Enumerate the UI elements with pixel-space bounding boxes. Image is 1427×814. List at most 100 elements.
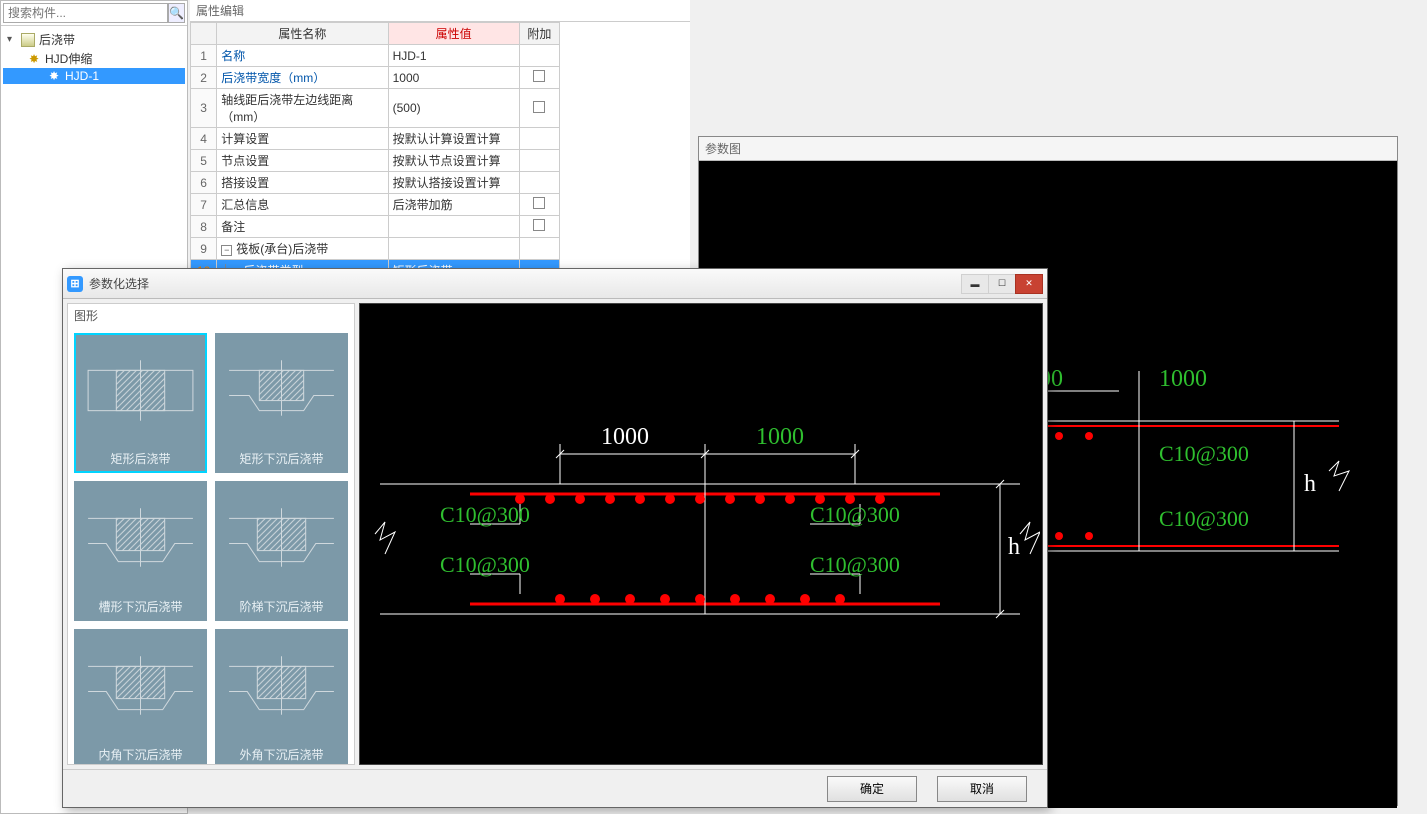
tree-toggle-icon: ▾ xyxy=(7,34,19,46)
property-name: 备注 xyxy=(217,216,388,238)
property-value[interactable]: 按默认计算设置计算 xyxy=(388,128,519,150)
search-icon: 🔍 xyxy=(169,6,184,20)
shape-tile-5[interactable]: 外角下沉后浇带 xyxy=(215,629,348,764)
tree-node-2[interactable]: ✸ HJD-1 xyxy=(3,68,185,84)
property-addon[interactable] xyxy=(519,45,559,67)
svg-text:C10@300: C10@300 xyxy=(440,552,530,577)
col-addon[interactable]: 附加 xyxy=(519,23,559,45)
property-value[interactable]: 1000 xyxy=(388,67,519,89)
shape-thumb xyxy=(217,335,346,446)
col-name[interactable]: 属性名称 xyxy=(217,23,388,45)
property-addon[interactable] xyxy=(519,89,559,128)
preview-svg: 1000 1000 C10@300 C10@300 C10@300 C10@30… xyxy=(360,304,1040,764)
property-addon[interactable] xyxy=(519,172,559,194)
property-addon[interactable] xyxy=(519,216,559,238)
tree-node-label: 后浇带 xyxy=(39,31,75,48)
property-name: 后浇带宽度（mm） xyxy=(217,67,388,89)
svg-text:h: h xyxy=(1304,471,1316,497)
shape-label: 阶梯下沉后浇带 xyxy=(217,594,346,619)
property-group-row[interactable]: 9−筏板(承台)后浇带 xyxy=(191,238,560,260)
preview-canvas[interactable]: 1000 1000 C10@300 C10@300 C10@300 C10@30… xyxy=(359,303,1043,765)
property-row[interactable]: 7汇总信息后浇带加筋 xyxy=(191,194,560,216)
checkbox-icon[interactable] xyxy=(533,101,545,113)
svg-text:C10@300: C10@300 xyxy=(810,552,900,577)
property-row[interactable]: 5节点设置按默认节点设置计算 xyxy=(191,150,560,172)
shape-thumb xyxy=(217,631,346,742)
shape-tile-2[interactable]: 槽形下沉后浇带 xyxy=(74,481,207,621)
shape-tile-4[interactable]: 内角下沉后浇带 xyxy=(74,629,207,764)
tree-node-label: HJD-1 xyxy=(65,69,99,83)
minimize-button[interactable]: ▬ xyxy=(961,274,989,294)
shape-thumb xyxy=(217,483,346,594)
shape-label: 矩形下沉后浇带 xyxy=(217,446,346,471)
star-icon: ✸ xyxy=(47,69,61,83)
col-value[interactable]: 属性值 xyxy=(388,23,519,45)
svg-text:1000: 1000 xyxy=(756,424,804,450)
checkbox-icon[interactable] xyxy=(533,70,545,82)
property-value[interactable]: (500) xyxy=(388,89,519,128)
search-button[interactable]: 🔍 xyxy=(168,3,185,23)
parametric-selection-dialog: ⊞ 参数化选择 ▬ ☐ ✕ 图形 矩形后浇带矩形下沉后浇带槽形下沉后浇带阶梯下沉… xyxy=(62,268,1048,808)
property-row[interactable]: 3轴线距后浇带左边线距离（mm）(500) xyxy=(191,89,560,128)
dialog-icon: ⊞ xyxy=(67,276,83,292)
property-value[interactable]: 后浇带加筋 xyxy=(388,194,519,216)
svg-text:C10@300: C10@300 xyxy=(1159,441,1249,466)
parameter-diagram-title: 参数图 xyxy=(699,137,1397,161)
property-row[interactable]: 2后浇带宽度（mm）1000 xyxy=(191,67,560,89)
property-addon[interactable] xyxy=(519,67,559,89)
svg-text:h: h xyxy=(1008,534,1020,560)
search-input[interactable] xyxy=(3,3,168,23)
property-addon[interactable] xyxy=(519,194,559,216)
shape-tile-1[interactable]: 矩形下沉后浇带 xyxy=(215,333,348,473)
folder-icon xyxy=(21,33,35,47)
property-panel-title: 属性编辑 xyxy=(190,0,690,22)
ok-button[interactable]: 确定 xyxy=(827,776,917,802)
cancel-button[interactable]: 取消 xyxy=(937,776,1027,802)
property-name: 名称 xyxy=(217,45,388,67)
property-row[interactable]: 4计算设置按默认计算设置计算 xyxy=(191,128,560,150)
shape-label: 外角下沉后浇带 xyxy=(217,742,346,764)
maximize-button[interactable]: ☐ xyxy=(988,274,1016,294)
svg-text:1000: 1000 xyxy=(1159,366,1207,392)
property-name: 计算设置 xyxy=(217,128,388,150)
shape-panel-title: 图形 xyxy=(68,304,354,327)
property-value[interactable]: 按默认搭接设置计算 xyxy=(388,172,519,194)
dialog-footer: 确定 取消 xyxy=(63,769,1047,807)
property-addon[interactable] xyxy=(519,150,559,172)
tree-node-0[interactable]: ▾ 后浇带 xyxy=(3,30,185,49)
property-addon[interactable] xyxy=(519,238,559,260)
property-name: 搭接设置 xyxy=(217,172,388,194)
collapse-icon[interactable]: − xyxy=(221,245,232,256)
property-value[interactable]: 按默认节点设置计算 xyxy=(388,150,519,172)
property-addon[interactable] xyxy=(519,128,559,150)
property-value[interactable] xyxy=(388,238,519,260)
property-row[interactable]: 1名称HJD-1 xyxy=(191,45,560,67)
dialog-titlebar[interactable]: ⊞ 参数化选择 ▬ ☐ ✕ xyxy=(63,269,1047,299)
shape-tile-0[interactable]: 矩形后浇带 xyxy=(74,333,207,473)
shape-thumb xyxy=(76,483,205,594)
shape-tile-3[interactable]: 阶梯下沉后浇带 xyxy=(215,481,348,621)
star-icon: ✸ xyxy=(27,52,41,66)
search-box: 🔍 xyxy=(1,1,187,26)
shape-label: 内角下沉后浇带 xyxy=(76,742,205,764)
shape-panel: 图形 矩形后浇带矩形下沉后浇带槽形下沉后浇带阶梯下沉后浇带内角下沉后浇带外角下沉… xyxy=(67,303,355,765)
property-name: 节点设置 xyxy=(217,150,388,172)
checkbox-icon[interactable] xyxy=(533,219,545,231)
svg-text:C10@300: C10@300 xyxy=(1159,506,1249,531)
shape-grid: 矩形后浇带矩形下沉后浇带槽形下沉后浇带阶梯下沉后浇带内角下沉后浇带外角下沉后浇带 xyxy=(68,327,354,764)
dialog-title: 参数化选择 xyxy=(89,275,962,292)
close-button[interactable]: ✕ xyxy=(1015,274,1043,294)
shape-label: 矩形后浇带 xyxy=(76,446,205,471)
property-name: −筏板(承台)后浇带 xyxy=(217,238,388,260)
svg-text:C10@300: C10@300 xyxy=(810,502,900,527)
property-row[interactable]: 6搭接设置按默认搭接设置计算 xyxy=(191,172,560,194)
svg-text:C10@300: C10@300 xyxy=(440,502,530,527)
tree-node-1[interactable]: ✸ HJD伸缩 xyxy=(3,49,185,68)
tree-node-label: HJD伸缩 xyxy=(45,50,92,67)
shape-label: 槽形下沉后浇带 xyxy=(76,594,205,619)
property-value[interactable]: HJD-1 xyxy=(388,45,519,67)
property-row[interactable]: 8备注 xyxy=(191,216,560,238)
property-name: 轴线距后浇带左边线距离（mm） xyxy=(217,89,388,128)
checkbox-icon[interactable] xyxy=(533,197,545,209)
property-value[interactable] xyxy=(388,216,519,238)
